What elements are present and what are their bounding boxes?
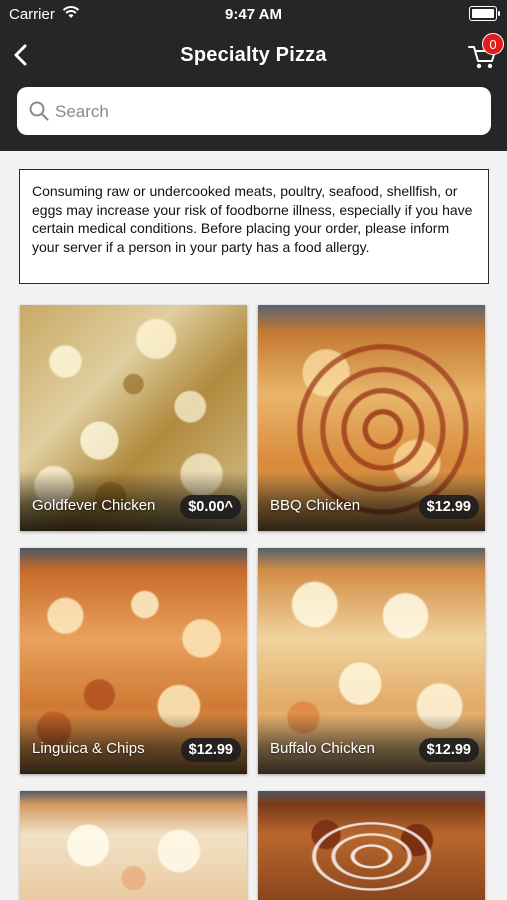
item-price: $12.99 [418, 738, 479, 762]
item-name: BBQ Chicken [270, 497, 361, 514]
pizza-image [20, 791, 247, 900]
clock: 9:47 AM [225, 6, 282, 23]
header: Carrier 9:47 AM Specialty Pizza 0 [0, 0, 507, 151]
search-bar[interactable] [17, 87, 491, 137]
menu-item-card[interactable] [258, 791, 485, 900]
menu-item-card[interactable]: BBQ Chicken $12.99 [258, 305, 485, 531]
menu-item-card[interactable]: Goldfever Chicken $0.00^ [20, 305, 247, 531]
menu-item-card[interactable] [20, 791, 247, 900]
menu-item-card[interactable]: Buffalo Chicken $12.99 [258, 548, 485, 774]
page-title: Specialty Pizza [180, 44, 327, 66]
item-price: $12.99 [180, 738, 241, 762]
food-safety-notice: Consuming raw or undercooked meats, poul… [19, 169, 489, 284]
item-name: Linguica & Chips [32, 740, 145, 757]
search-input[interactable] [53, 87, 477, 137]
search-icon [29, 101, 49, 121]
item-price: $0.00^ [180, 495, 241, 519]
nav-bar: Specialty Pizza [0, 30, 507, 82]
item-name: Buffalo Chicken [270, 740, 375, 757]
battery-icon [469, 6, 500, 21]
status-bar: Carrier 9:47 AM [0, 0, 507, 28]
item-name: Goldfever Chicken [32, 497, 156, 514]
cart-count-badge: 0 [482, 33, 504, 55]
menu-item-card[interactable]: Linguica & Chips $12.99 [20, 548, 247, 774]
pizza-image [258, 791, 485, 900]
item-price: $12.99 [418, 495, 479, 519]
